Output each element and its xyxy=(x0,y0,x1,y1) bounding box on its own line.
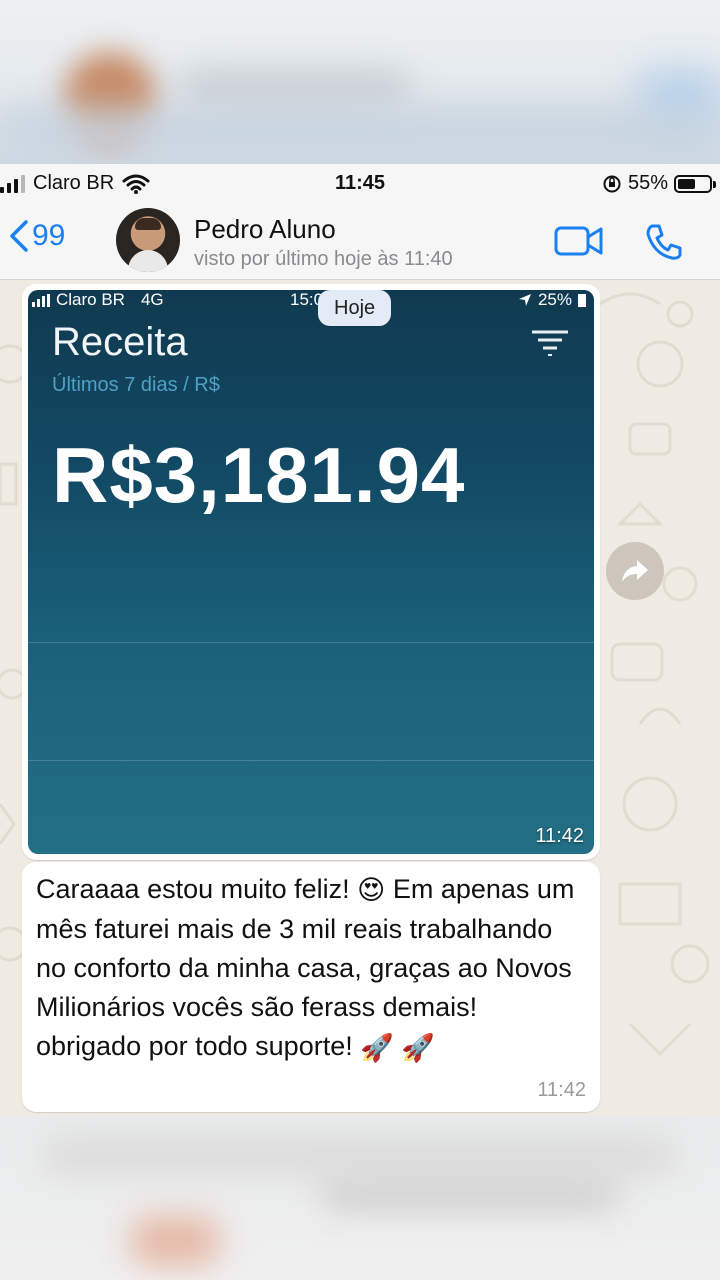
screenshot-network: 4G xyxy=(140,290,164,309)
screenshot-carrier: Claro BR xyxy=(56,290,125,309)
avatar[interactable] xyxy=(116,208,180,272)
chat-header: 99 Pedro Aluno visto por último hoje às … xyxy=(0,202,720,280)
chat-area[interactable]: Claro BR 4G 15:0 25% Receita Últimos 7 d… xyxy=(0,280,720,1116)
divider xyxy=(28,760,594,761)
contact-name[interactable]: Pedro Aluno xyxy=(194,214,336,245)
last-seen-status: visto por último hoje às 11:40 xyxy=(194,248,453,270)
message-timestamp: 11:42 xyxy=(537,1079,586,1101)
image-message-bubble[interactable]: Claro BR 4G 15:0 25% Receita Últimos 7 d… xyxy=(22,284,600,860)
date-separator: Hoje xyxy=(318,290,392,326)
blurred-background-top xyxy=(0,0,720,164)
revenue-screenshot-image[interactable]: Claro BR 4G 15:0 25% Receita Últimos 7 d… xyxy=(28,290,594,854)
orientation-lock-icon xyxy=(603,175,621,192)
screenshot-subtitle: Últimos 7 dias / R$ xyxy=(52,374,220,396)
message-text: Caraaaa estou muito feliz! 😍 Em apenas u… xyxy=(36,870,584,1068)
message-timestamp: 11:42 xyxy=(535,825,584,847)
rocket-emoji-icon: 🚀 xyxy=(401,1032,435,1063)
back-button[interactable]: 99 xyxy=(6,218,65,254)
unread-count: 99 xyxy=(32,219,66,252)
video-call-icon[interactable] xyxy=(554,224,604,258)
revenue-amount: R$3,181.94 xyxy=(52,431,466,519)
text-message-bubble[interactable]: Caraaaa estou muito feliz! 😍 Em apenas u… xyxy=(22,862,600,1112)
location-arrow-icon xyxy=(518,294,531,306)
whatsapp-screen: Claro BR 11:45 55% 99 Pedro Aluno visto … xyxy=(0,164,720,1116)
message-text-part: Caraaaa estou muito feliz! xyxy=(36,874,358,904)
status-bar: Claro BR 11:45 55% xyxy=(0,164,720,202)
forward-button[interactable] xyxy=(606,542,664,600)
chevron-left-icon xyxy=(10,220,28,252)
signal-icon xyxy=(32,293,50,307)
screenshot-title: Receita xyxy=(52,320,188,364)
forward-arrow-icon xyxy=(622,560,648,582)
heart-eyes-emoji-icon: 😍 xyxy=(357,875,386,906)
battery-icon xyxy=(674,174,716,193)
screenshot-battery: 25% xyxy=(537,290,572,309)
screenshot-status-bar: Claro BR 4G 15:0 25% xyxy=(32,290,590,310)
divider xyxy=(28,642,594,643)
rocket-emoji-icon: 🚀 xyxy=(360,1032,394,1063)
blurred-background-bottom xyxy=(0,1116,720,1280)
battery-percent: 55% xyxy=(627,172,668,194)
battery-icon xyxy=(578,293,586,307)
filter-icon xyxy=(532,330,568,356)
phone-call-icon[interactable] xyxy=(644,222,684,262)
